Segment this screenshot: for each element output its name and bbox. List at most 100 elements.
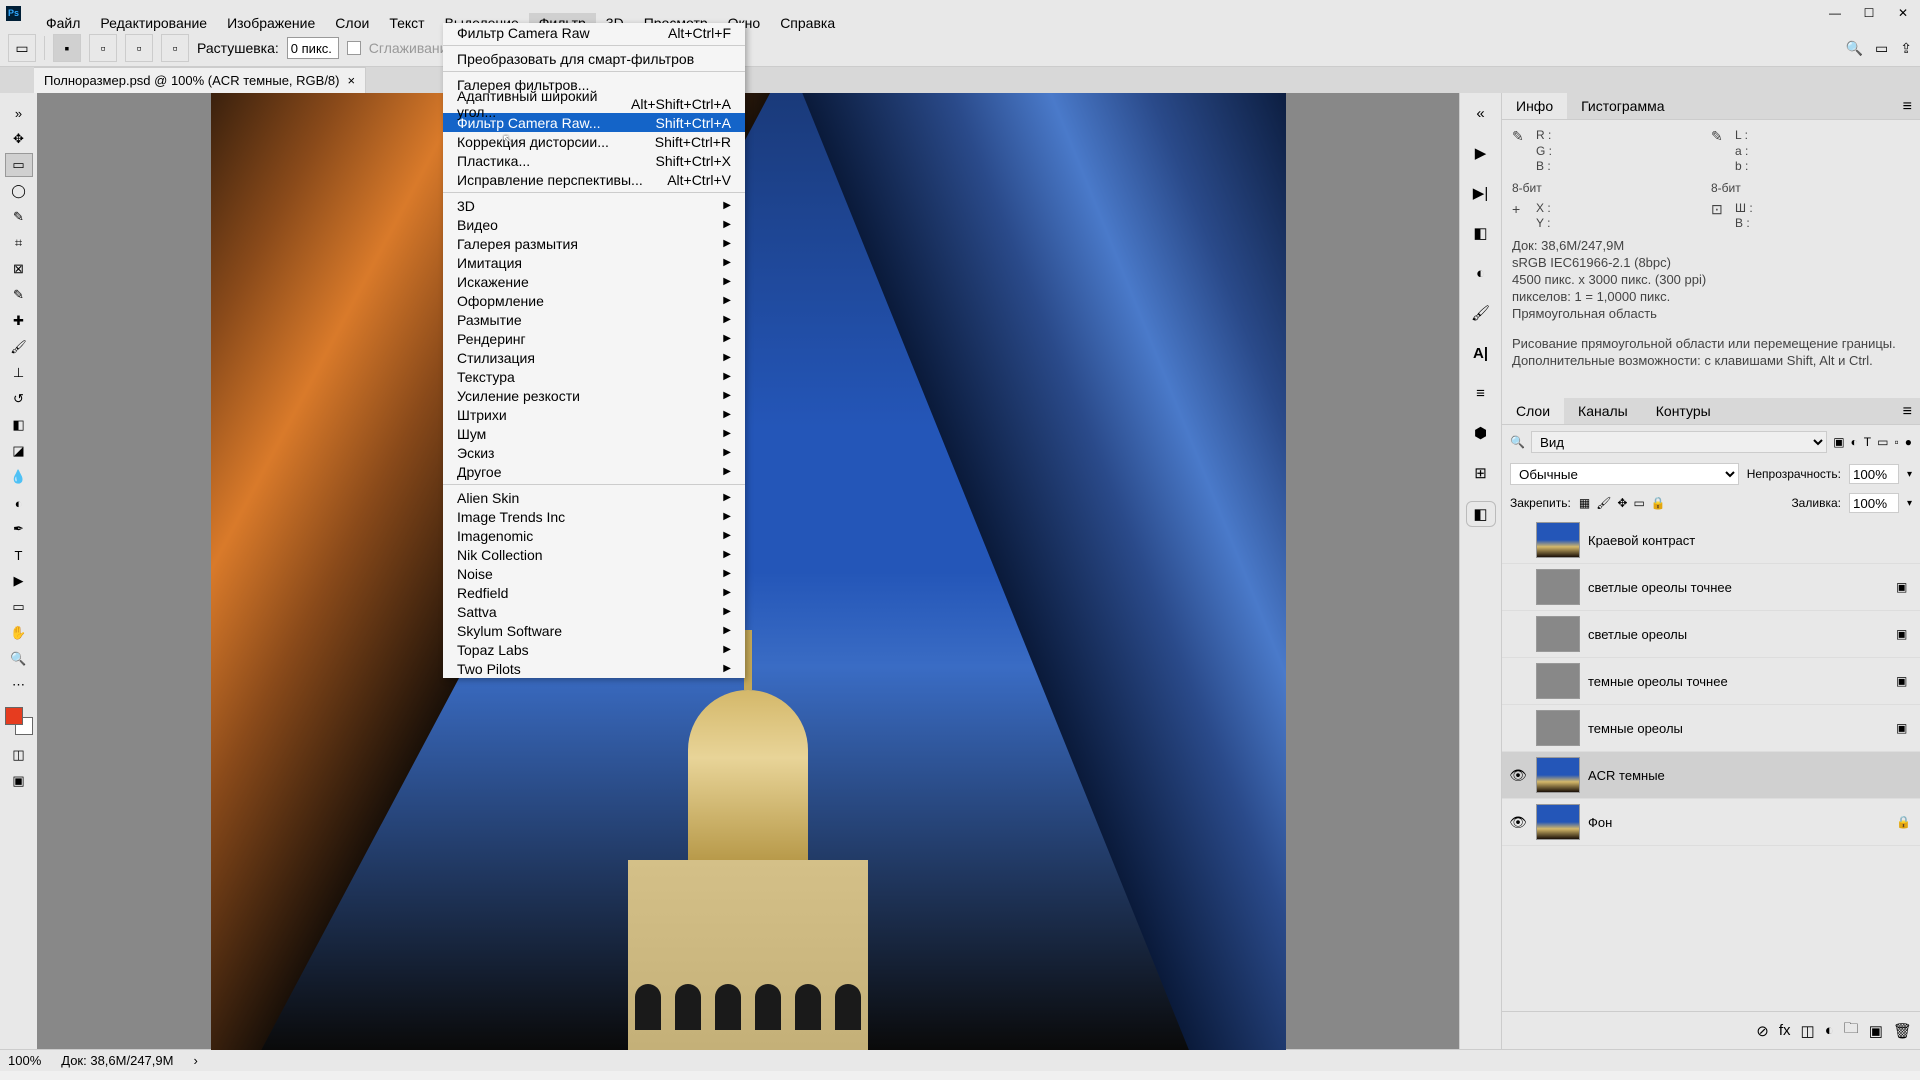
lasso-tool[interactable]: ◯: [5, 179, 33, 203]
lock-position-icon[interactable]: ✥: [1617, 496, 1627, 510]
zoom-level[interactable]: 100%: [8, 1053, 41, 1068]
path-select-tool[interactable]: ▶: [5, 569, 33, 593]
layer-thumbnail[interactable]: [1536, 569, 1580, 605]
close-tab-icon[interactable]: ×: [348, 73, 356, 88]
layer-name[interactable]: Краевой контраст: [1588, 533, 1888, 548]
tab-channels[interactable]: Каналы: [1564, 398, 1642, 424]
extra-panel-icon[interactable]: ◧: [1466, 501, 1496, 527]
menu-item[interactable]: Видео▶: [443, 215, 745, 234]
move-tool[interactable]: ✥: [5, 127, 33, 151]
doc-info[interactable]: Док: 38,6M/247,9M: [61, 1053, 173, 1068]
healing-tool[interactable]: ✚: [5, 309, 33, 333]
menu-item[interactable]: Шум▶: [443, 424, 745, 443]
layer-row[interactable]: светлые ореолы ▣: [1502, 611, 1920, 658]
lock-pixels-icon[interactable]: 🖌: [1596, 496, 1611, 510]
new-layer-icon[interactable]: ▣: [1869, 1022, 1883, 1040]
filter-shape-icon[interactable]: ▭: [1877, 435, 1888, 449]
menu-item[interactable]: Skylum Software▶: [443, 621, 745, 640]
menu-item[interactable]: Адаптивный широкий угол...Alt+Shift+Ctrl…: [443, 94, 745, 113]
foreground-color[interactable]: [5, 707, 23, 725]
tab-histogram[interactable]: Гистограмма: [1567, 93, 1678, 119]
close-button[interactable]: ✕: [1886, 0, 1920, 26]
layers-panel-menu-icon[interactable]: ≡: [1895, 398, 1920, 424]
menu-item[interactable]: Рендеринг▶: [443, 329, 745, 348]
workspace-icon[interactable]: ▭: [1875, 40, 1888, 57]
menu-item[interactable]: Искажение▶: [443, 272, 745, 291]
menu-Текст[interactable]: Текст: [379, 13, 434, 33]
marquee-tool[interactable]: ▭: [5, 153, 33, 177]
visibility-icon[interactable]: 👁: [1508, 814, 1528, 831]
menu-item[interactable]: Alien Skin▶: [443, 488, 745, 507]
selection-new-icon[interactable]: ▪: [53, 34, 81, 62]
menu-item[interactable]: Фильтр Camera Raw...Shift+Ctrl+A: [443, 113, 745, 132]
minimize-button[interactable]: —: [1818, 0, 1852, 26]
feather-input[interactable]: [287, 37, 339, 59]
menu-item[interactable]: Nik Collection▶: [443, 545, 745, 564]
group-icon[interactable]: 🗀: [1844, 1018, 1859, 1043]
brush-tool[interactable]: 🖌: [5, 335, 33, 359]
screenmode-tool[interactable]: ▣: [5, 769, 33, 793]
info-panel-menu-icon[interactable]: ≡: [1895, 93, 1920, 119]
layer-name[interactable]: темные ореолы точнее: [1588, 674, 1888, 689]
filter-image-icon[interactable]: ▣: [1833, 435, 1844, 449]
lock-artboard-icon[interactable]: ▭: [1633, 496, 1644, 510]
hand-tool[interactable]: ✋: [5, 621, 33, 645]
layer-name[interactable]: светлые ореолы: [1588, 627, 1888, 642]
selection-intersect-icon[interactable]: ▫: [161, 34, 189, 62]
brushes-panel-icon[interactable]: 🖌: [1466, 301, 1496, 325]
link-layers-icon[interactable]: ⊘: [1756, 1022, 1769, 1040]
selection-subtract-icon[interactable]: ▫: [125, 34, 153, 62]
crop-tool[interactable]: ⌗: [5, 231, 33, 255]
layer-name[interactable]: темные ореолы: [1588, 721, 1888, 736]
history-brush-tool[interactable]: ↺: [5, 387, 33, 411]
pen-tool[interactable]: ✒: [5, 517, 33, 541]
menu-item[interactable]: Текстура▶: [443, 367, 745, 386]
tab-info[interactable]: Инфо: [1502, 93, 1567, 119]
collapse-strip-icon[interactable]: «: [1466, 101, 1496, 125]
menu-Файл[interactable]: Файл: [36, 13, 90, 33]
document-tab[interactable]: Полноразмер.psd @ 100% (ACR темные, RGB/…: [34, 67, 366, 93]
menu-item[interactable]: Sattva▶: [443, 602, 745, 621]
edit-toolbar[interactable]: ⋯: [5, 673, 33, 697]
menu-item[interactable]: Two Pilots▶: [443, 659, 745, 678]
eyedropper-tool[interactable]: ✎: [5, 283, 33, 307]
menu-item[interactable]: Усиление резкости▶: [443, 386, 745, 405]
eraser-tool[interactable]: ◧: [5, 413, 33, 437]
opacity-chevron-icon[interactable]: ▾: [1907, 469, 1912, 480]
menu-item[interactable]: 3D▶: [443, 196, 745, 215]
gradient-tool[interactable]: ◪: [5, 439, 33, 463]
menu-item[interactable]: Галерея размытия▶: [443, 234, 745, 253]
fill-chevron-icon[interactable]: ▾: [1907, 498, 1912, 509]
tab-paths[interactable]: Контуры: [1642, 398, 1725, 424]
layer-name[interactable]: светлые ореолы точнее: [1588, 580, 1888, 595]
menu-item[interactable]: Стилизация▶: [443, 348, 745, 367]
layer-filter-select[interactable]: Вид: [1531, 431, 1827, 453]
3d-panel-icon[interactable]: ⬢: [1466, 421, 1496, 445]
menu-item[interactable]: Имитация▶: [443, 253, 745, 272]
menu-Изображение[interactable]: Изображение: [217, 13, 325, 33]
menu-item[interactable]: Размытие▶: [443, 310, 745, 329]
layer-row[interactable]: темные ореолы точнее ▣: [1502, 658, 1920, 705]
layer-row[interactable]: светлые ореолы точнее ▣: [1502, 564, 1920, 611]
dodge-tool[interactable]: ◐: [5, 491, 33, 515]
layer-row[interactable]: 👁 ACR темные: [1502, 752, 1920, 799]
tab-layers[interactable]: Слои: [1502, 398, 1564, 424]
tool-preset-icon[interactable]: ▭: [8, 34, 36, 62]
menu-item[interactable]: Эскиз▶: [443, 443, 745, 462]
maximize-button[interactable]: ☐: [1852, 0, 1886, 26]
layer-thumbnail[interactable]: [1536, 663, 1580, 699]
lock-all-icon[interactable]: 🔒: [1651, 496, 1666, 510]
layer-row[interactable]: 👁 Фон 🔒: [1502, 799, 1920, 846]
quickmask-tool[interactable]: ◫: [5, 743, 33, 767]
quick-select-tool[interactable]: ✎: [5, 205, 33, 229]
blur-tool[interactable]: 💧: [5, 465, 33, 489]
filter-smart-icon[interactable]: ▫: [1894, 435, 1898, 449]
filter-toggle-icon[interactable]: ●: [1905, 435, 1912, 449]
menu-item[interactable]: Штрихи▶: [443, 405, 745, 424]
layer-name[interactable]: ACR темные: [1588, 768, 1888, 783]
color-swatches[interactable]: [5, 707, 33, 735]
stamp-tool[interactable]: ⊥: [5, 361, 33, 385]
paragraph-panel-icon[interactable]: ≡: [1466, 381, 1496, 405]
layer-row[interactable]: Краевой контраст: [1502, 517, 1920, 564]
layer-thumbnail[interactable]: [1536, 710, 1580, 746]
